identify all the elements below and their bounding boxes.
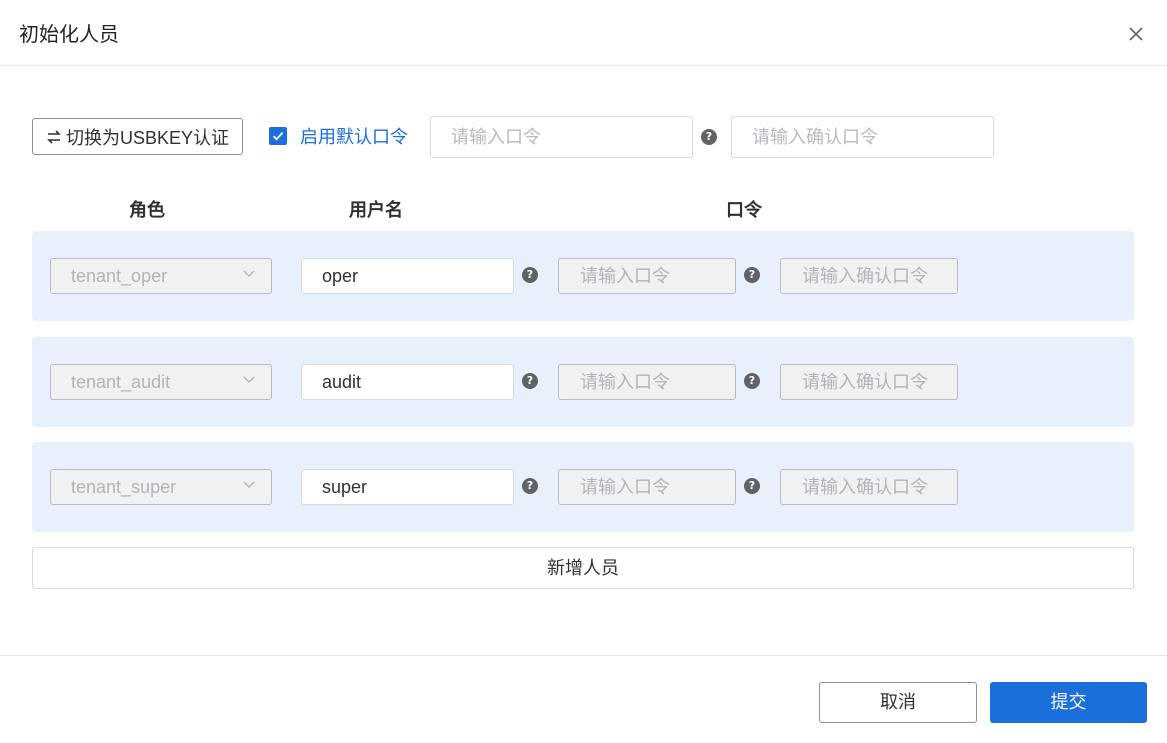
role-select[interactable]: tenant_super — [50, 469, 272, 505]
password-input[interactable] — [558, 258, 736, 294]
default-password-label[interactable]: 启用默认口令 — [300, 125, 408, 149]
switch-usbkey-label: 切换为USBKEY认证 — [65, 127, 230, 148]
check-icon — [272, 131, 284, 141]
default-password-checkbox[interactable] — [269, 127, 287, 145]
username-input[interactable] — [301, 469, 514, 505]
column-header-password: 口令 — [726, 200, 762, 220]
help-icon[interactable]: ? — [701, 129, 717, 145]
password-confirm-input[interactable] — [780, 469, 958, 505]
help-icon[interactable]: ? — [522, 267, 538, 283]
help-icon[interactable]: ? — [744, 373, 760, 389]
password-confirm-input[interactable] — [780, 364, 958, 400]
role-select[interactable]: tenant_audit — [50, 364, 272, 400]
username-input[interactable] — [301, 364, 514, 400]
role-select-value: tenant_super — [71, 477, 177, 497]
help-icon[interactable]: ? — [522, 478, 538, 494]
switch-usbkey-button[interactable]: 切换为USBKEY认证 — [32, 118, 243, 155]
chevron-down-icon — [243, 376, 255, 383]
column-header-role: 角色 — [129, 200, 165, 220]
add-member-button[interactable]: 新增人员 — [32, 547, 1134, 589]
dialog-title: 初始化人员 — [19, 24, 119, 46]
member-row: tenant_oper ? ? — [32, 231, 1134, 321]
default-password-input[interactable] — [430, 116, 693, 158]
column-header-username: 用户名 — [349, 200, 403, 220]
dialog-header: 初始化人员 — [0, 0, 1167, 66]
password-input[interactable] — [558, 469, 736, 505]
password-confirm-input[interactable] — [780, 258, 958, 294]
chevron-down-icon — [243, 270, 255, 277]
member-row: tenant_super ? ? — [32, 442, 1134, 532]
help-icon[interactable]: ? — [522, 373, 538, 389]
role-select-value: tenant_oper — [71, 266, 168, 286]
username-input[interactable] — [301, 258, 514, 294]
submit-button[interactable]: 提交 — [990, 682, 1147, 723]
role-select-value: tenant_audit — [71, 372, 171, 392]
member-row: tenant_audit ? ? — [32, 337, 1134, 427]
close-icon[interactable] — [1126, 24, 1146, 44]
cancel-button[interactable]: 取消 — [819, 682, 977, 723]
password-input[interactable] — [558, 364, 736, 400]
default-password-confirm-input[interactable] — [731, 116, 994, 158]
role-select[interactable]: tenant_oper — [50, 258, 272, 294]
chevron-down-icon — [243, 481, 255, 488]
help-icon[interactable]: ? — [744, 478, 760, 494]
swap-arrows-icon — [47, 129, 61, 144]
help-icon[interactable]: ? — [744, 267, 760, 283]
